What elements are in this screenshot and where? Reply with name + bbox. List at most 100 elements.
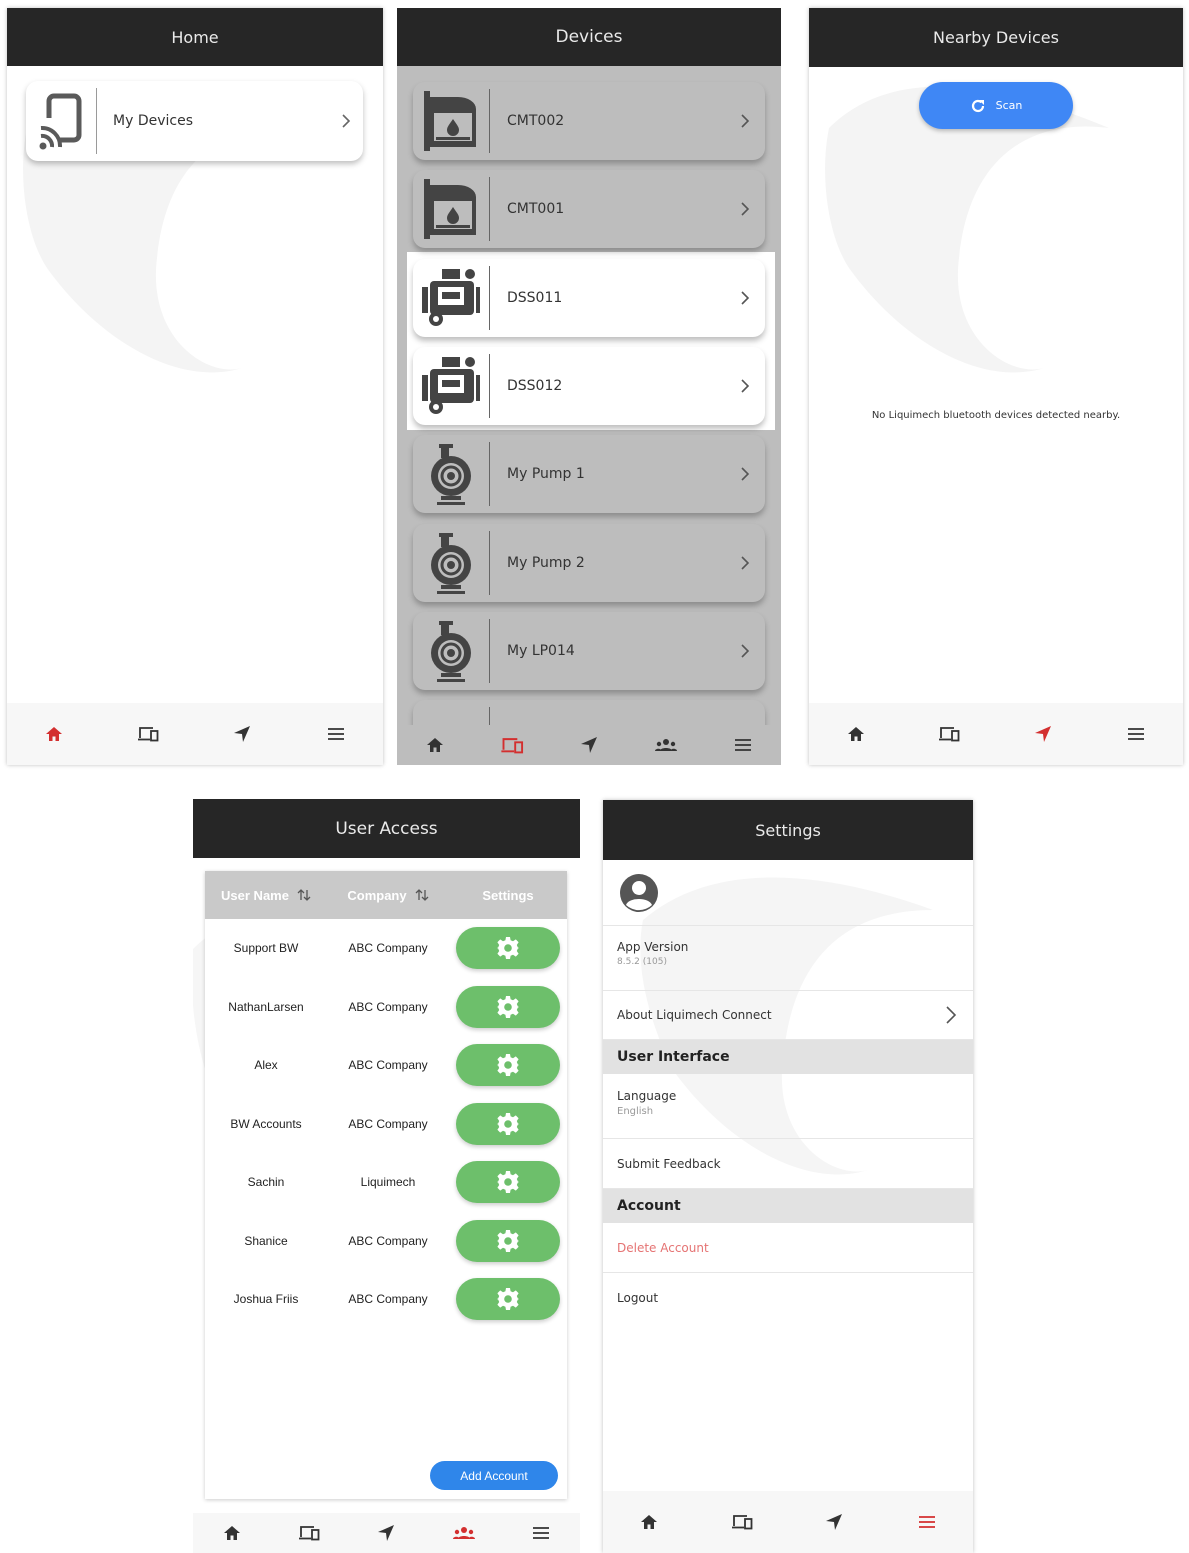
nav-home[interactable] bbox=[836, 714, 876, 754]
nav-home[interactable] bbox=[415, 725, 455, 765]
language-row[interactable]: Language English bbox=[603, 1074, 973, 1139]
delete-account-label: Delete Account bbox=[617, 1240, 709, 1255]
user-settings-button[interactable] bbox=[456, 985, 560, 1028]
home-icon bbox=[46, 727, 62, 741]
user-settings-button[interactable] bbox=[456, 1219, 560, 1262]
user-settings-button[interactable] bbox=[456, 927, 560, 970]
user-name-cell: Alex bbox=[254, 1058, 278, 1073]
nav-devices[interactable] bbox=[492, 725, 532, 765]
company-cell: ABC Company bbox=[348, 1116, 428, 1131]
company-cell: ABC Company bbox=[348, 999, 428, 1014]
nav-devices[interactable] bbox=[929, 714, 969, 754]
user-settings-button[interactable] bbox=[456, 1102, 560, 1145]
gear-icon bbox=[497, 1288, 519, 1311]
nav-home[interactable] bbox=[629, 1502, 669, 1542]
users-group-icon bbox=[452, 1527, 475, 1539]
home-icon bbox=[847, 727, 864, 741]
device-name: CMT002 bbox=[507, 113, 565, 129]
app-bar: Devices bbox=[397, 8, 781, 66]
scan-label: Scan bbox=[995, 99, 1023, 112]
refresh-icon bbox=[971, 99, 984, 112]
device-card[interactable]: My Pump 1 bbox=[413, 435, 765, 513]
chevron-right-icon bbox=[725, 202, 765, 216]
about-label: About Liquimech Connect bbox=[617, 1008, 772, 1022]
feedback-row[interactable]: Submit Feedback bbox=[603, 1139, 973, 1189]
gear-icon bbox=[497, 1054, 519, 1077]
nav-nearby[interactable] bbox=[1023, 714, 1063, 754]
logout-row[interactable]: Logout bbox=[603, 1273, 973, 1323]
device-card[interactable]: My Pump 2 bbox=[413, 524, 765, 602]
nav-nearby[interactable] bbox=[222, 714, 262, 754]
user-settings-button[interactable] bbox=[456, 1278, 560, 1321]
company-cell: Liquimech bbox=[360, 1175, 416, 1190]
gear-icon bbox=[497, 1229, 519, 1252]
nav-home[interactable] bbox=[34, 714, 74, 754]
device-card[interactable]: CMT002 bbox=[413, 82, 765, 160]
user-settings-button[interactable] bbox=[456, 1161, 560, 1204]
column-company[interactable]: Company bbox=[327, 888, 449, 903]
nav-menu[interactable] bbox=[316, 714, 356, 754]
sort-icon bbox=[415, 889, 429, 901]
delete-account-row[interactable]: Delete Account bbox=[603, 1223, 973, 1273]
my-devices-card[interactable]: My Devices bbox=[26, 81, 363, 161]
sort-icon bbox=[297, 889, 311, 901]
app-version-label: App Version bbox=[617, 940, 689, 954]
device-card[interactable]: CMT001 bbox=[413, 170, 765, 248]
chevron-right-icon bbox=[725, 114, 765, 128]
nav-devices[interactable] bbox=[722, 1502, 762, 1542]
language-value: English bbox=[617, 1106, 654, 1117]
pump-icon bbox=[413, 619, 489, 683]
home-icon bbox=[641, 1515, 658, 1529]
device-name: My Pump 1 bbox=[507, 466, 585, 482]
user-name-cell: BW Accounts bbox=[230, 1116, 302, 1131]
table-header: User Name Company Settings bbox=[205, 871, 567, 919]
nav-nearby[interactable] bbox=[366, 1513, 406, 1553]
navigation-arrow-icon bbox=[378, 1525, 395, 1541]
device-name: My LP014 bbox=[507, 643, 575, 659]
company-cell: ABC Company bbox=[348, 941, 428, 956]
nav-menu[interactable] bbox=[723, 725, 763, 765]
gear-icon bbox=[497, 937, 519, 960]
nav-users[interactable] bbox=[444, 1513, 484, 1553]
column-user-name[interactable]: User Name bbox=[205, 888, 327, 903]
home-icon bbox=[427, 738, 444, 752]
nav-menu[interactable] bbox=[521, 1513, 561, 1553]
device-name: DSS012 bbox=[507, 378, 563, 394]
user-name-cell: Support BW bbox=[233, 941, 299, 956]
pump-icon bbox=[413, 442, 489, 506]
app-version-value: 8.5.2 (105) bbox=[617, 957, 667, 967]
device-card[interactable]: My LP014 bbox=[413, 612, 765, 690]
chevron-right-icon bbox=[725, 644, 765, 658]
nav-menu[interactable] bbox=[907, 1502, 947, 1542]
about-row[interactable]: About Liquimech Connect bbox=[603, 991, 973, 1040]
nav-nearby[interactable] bbox=[569, 725, 609, 765]
app-bar: User Access bbox=[193, 799, 580, 858]
scan-button[interactable]: Scan bbox=[919, 82, 1073, 129]
devices-icon bbox=[731, 1515, 753, 1530]
nav-devices[interactable] bbox=[128, 714, 168, 754]
profile-row[interactable] bbox=[603, 861, 973, 926]
nav-home[interactable] bbox=[212, 1513, 252, 1553]
company-cell: ABC Company bbox=[348, 1058, 428, 1073]
nav-nearby[interactable] bbox=[814, 1502, 854, 1542]
device-card[interactable]: DSS011 bbox=[413, 259, 765, 337]
nav-menu[interactable] bbox=[1116, 714, 1156, 754]
home-icon bbox=[223, 1526, 240, 1540]
chevron-right-icon bbox=[329, 114, 363, 128]
nearby-screen: Nearby Devices Scan No Liquimech bluetoo… bbox=[809, 8, 1183, 765]
user-settings-button[interactable] bbox=[456, 1044, 560, 1087]
user-name-cell: Shanice bbox=[244, 1233, 288, 1248]
chevron-right-icon bbox=[725, 467, 765, 481]
nav-users[interactable] bbox=[646, 725, 686, 765]
gear-icon bbox=[497, 1171, 519, 1194]
company-cell: ABC Company bbox=[348, 1233, 428, 1248]
page-title: Settings bbox=[755, 820, 821, 840]
device-card[interactable]: DSS012 bbox=[413, 347, 765, 425]
column-settings: Settings bbox=[482, 887, 534, 903]
add-account-button[interactable]: Add Account bbox=[430, 1461, 558, 1490]
empty-message: No Liquimech bluetooth devices detected … bbox=[871, 410, 1121, 421]
user-avatar-icon bbox=[620, 874, 658, 912]
gear-icon bbox=[497, 1112, 519, 1135]
devices-icon bbox=[299, 1526, 320, 1541]
nav-devices[interactable] bbox=[289, 1513, 329, 1553]
